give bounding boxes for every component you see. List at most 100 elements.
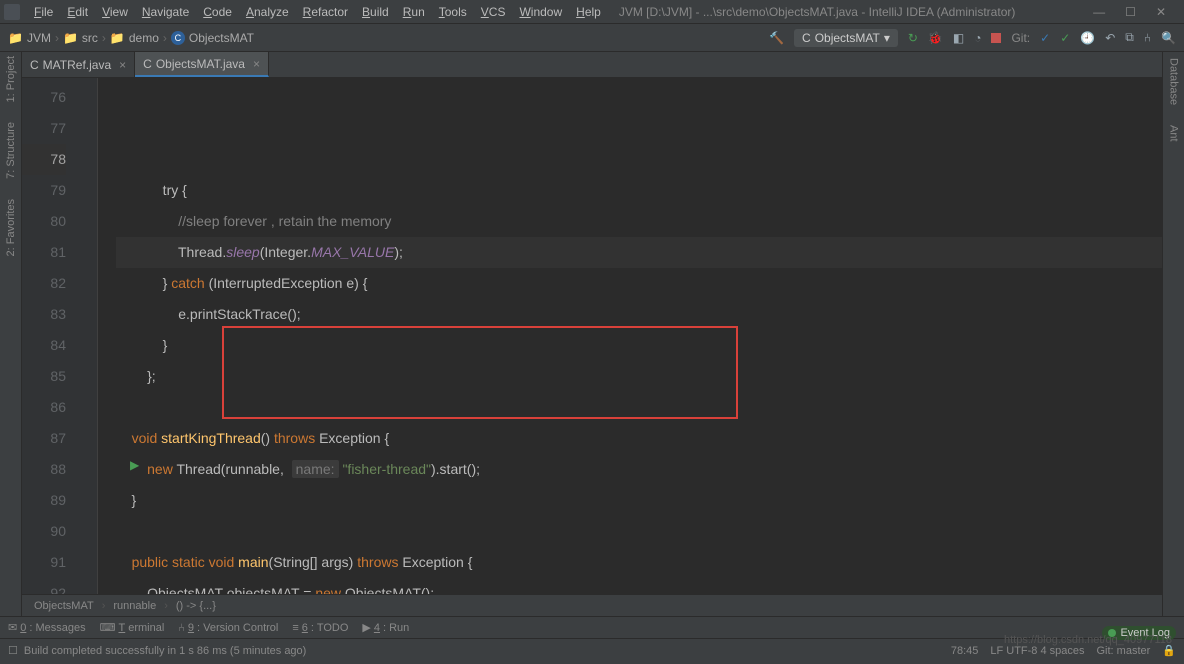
branch-icon[interactable]: ⑃ [1144, 31, 1151, 45]
code-breadcrumb: ObjectsMAT›runnable›() -> {...} [22, 594, 1162, 616]
titlebar: FileEditViewNavigateCodeAnalyzeRefactorB… [0, 0, 1184, 24]
close-tab-icon[interactable]: × [119, 58, 126, 72]
debug-icon[interactable]: 🐞 [928, 31, 943, 45]
bottom-tool-9--version-control[interactable]: ⑃ 9: Version Control [178, 622, 278, 634]
fold-gutter[interactable]: ▶ [74, 78, 98, 594]
update-icon[interactable]: ✓ [1040, 31, 1050, 45]
toolwindow-2--favorites[interactable]: 2: Favorites [5, 199, 17, 256]
menu-build[interactable]: Build [356, 3, 395, 21]
code-crumb[interactable]: runnable [113, 600, 156, 612]
tool-icon: ≡ [292, 622, 298, 634]
window-title: JVM [D:\JVM] - ...\src\demo\ObjectsMAT.j… [619, 5, 1016, 19]
maximize-button[interactable]: ☐ [1125, 5, 1136, 19]
dropdown-icon: ▾ [884, 31, 890, 45]
code-line[interactable] [116, 392, 1162, 423]
menubar: FileEditViewNavigateCodeAnalyzeRefactorB… [28, 3, 607, 21]
code-line[interactable]: ObjectsMAT objectsMAT = new ObjectsMAT()… [116, 578, 1162, 594]
crumb-objectsmat[interactable]: C ObjectsMAT [171, 31, 254, 45]
code-line[interactable]: } catch (InterruptedException e) { [116, 268, 1162, 299]
search-icon[interactable]: 🔍 [1161, 31, 1176, 45]
menu-navigate[interactable]: Navigate [136, 3, 195, 21]
coverage-icon[interactable]: ◧ [953, 31, 964, 45]
show-diff-icon[interactable]: ⧉ [1125, 30, 1134, 45]
close-button[interactable]: ✕ [1156, 5, 1166, 19]
commit-icon[interactable]: ✓ [1060, 31, 1070, 45]
status-message: Build completed successfully in 1 s 86 m… [24, 645, 306, 657]
code-line[interactable]: new Thread(runnable, name: "fisher-threa… [116, 454, 1162, 485]
toolwindow-1--project[interactable]: 1: Project [5, 56, 17, 102]
bottom-tool-4--run[interactable]: ▶ 4: Run [362, 621, 409, 634]
code-line[interactable] [116, 516, 1162, 547]
status-icon[interactable]: ☐ [8, 644, 18, 657]
profile-icon[interactable]: ◔ [974, 31, 981, 45]
toolwindow-database[interactable]: Database [1168, 58, 1180, 105]
code-area[interactable]: try { //sleep forever , retain the memor… [98, 78, 1162, 594]
class-icon: C [802, 31, 811, 45]
crumb-jvm[interactable]: 📁 JVM › [8, 31, 59, 45]
main-area: 1: Project 7: Structure 2: Favorites CMATR… [0, 52, 1184, 616]
line-number-gutter: 7677787980818283848586878889909192 [22, 78, 74, 594]
editor-wrap: CMATRef.java×CObjectsMAT.java× 767778798… [22, 52, 1162, 616]
minimize-button[interactable]: — [1093, 5, 1105, 19]
toolwindow-7--structure[interactable]: 7: Structure [5, 122, 17, 179]
breadcrumb-path: 📁 JVM › 📁 src › 📁 demo › C ObjectsMAT [8, 31, 258, 45]
tool-icon: ▶ [362, 621, 370, 634]
stop-icon[interactable] [991, 33, 1001, 43]
toolwindow-ant[interactable]: Ant [1168, 125, 1180, 142]
hammer-icon[interactable]: 🔨 [769, 31, 784, 45]
menu-file[interactable]: File [28, 3, 59, 21]
tab-objectsmat-java[interactable]: C ObjectsMAT.java × [135, 52, 269, 77]
crumb-demo[interactable]: 📁 demo › [110, 31, 167, 45]
code-line[interactable]: } [116, 330, 1162, 361]
line-number: 89 [22, 485, 66, 516]
menu-tools[interactable]: Tools [433, 3, 473, 21]
line-number: 76 [22, 82, 66, 113]
menu-window[interactable]: Window [513, 3, 568, 21]
menu-analyze[interactable]: Analyze [240, 3, 295, 21]
file-encoding[interactable]: LF UTF-8 4 spaces [990, 645, 1084, 657]
bottom-tool-6--todo[interactable]: ≡ 6: TODO [292, 622, 348, 634]
menu-refactor[interactable]: Refactor [297, 3, 354, 21]
menu-help[interactable]: Help [570, 3, 607, 21]
run-config-combo[interactable]: C ObjectsMAT ▾ [794, 29, 898, 47]
menu-run[interactable]: Run [397, 3, 431, 21]
crumb-src[interactable]: 📁 src › [63, 31, 106, 45]
code-line[interactable]: e.printStackTrace(); [116, 299, 1162, 330]
right-toolwindow-bar: Database Ant [1162, 52, 1184, 616]
line-number: 82 [22, 268, 66, 299]
bottom-tool-0--messages[interactable]: ✉ 0: Messages [8, 621, 86, 634]
code-line[interactable]: }; [116, 361, 1162, 392]
revert-icon[interactable]: ↶ [1105, 31, 1115, 45]
tab-matref-java[interactable]: CMATRef.java× [22, 52, 135, 77]
code-editor[interactable]: 7677787980818283848586878889909192 ▶ try… [22, 78, 1162, 594]
code-line[interactable]: try { [116, 175, 1162, 206]
menu-code[interactable]: Code [197, 3, 238, 21]
menu-vcs[interactable]: VCS [475, 3, 512, 21]
bottom-tool-terminal[interactable]: ⌨ Terminal [100, 621, 165, 634]
menu-view[interactable]: View [96, 3, 134, 21]
menu-edit[interactable]: Edit [61, 3, 94, 21]
git-branch[interactable]: Git: master [1097, 645, 1151, 657]
history-icon[interactable]: 🕘 [1080, 31, 1095, 45]
code-line[interactable]: } [116, 485, 1162, 516]
code-line[interactable]: void startKingThread() throws Exception … [116, 423, 1162, 454]
vcs-label: Git: [1011, 31, 1030, 45]
class-icon: C [30, 58, 39, 72]
caret-position[interactable]: 78:45 [951, 645, 979, 657]
code-line[interactable]: Thread.sleep(Integer.MAX_VALUE); [116, 237, 1162, 268]
tool-icon: ✉ [8, 621, 17, 634]
line-number: 90 [22, 516, 66, 547]
tab-label: ObjectsMAT.java [156, 57, 245, 71]
line-number: 85 [22, 361, 66, 392]
run-icon[interactable]: ↻ [908, 31, 918, 45]
window-controls: — ☐ ✕ [1093, 5, 1180, 19]
code-line[interactable]: public static void main(String[] args) t… [116, 547, 1162, 578]
line-number: 87 [22, 423, 66, 454]
class-icon: C [143, 57, 152, 71]
code-crumb[interactable]: () -> {...} [176, 600, 216, 612]
close-tab-icon[interactable]: × [253, 57, 260, 71]
code-line[interactable]: //sleep forever , retain the memory [116, 206, 1162, 237]
code-crumb[interactable]: ObjectsMAT [34, 600, 94, 612]
line-number: 81 [22, 237, 66, 268]
line-number: 88 [22, 454, 66, 485]
